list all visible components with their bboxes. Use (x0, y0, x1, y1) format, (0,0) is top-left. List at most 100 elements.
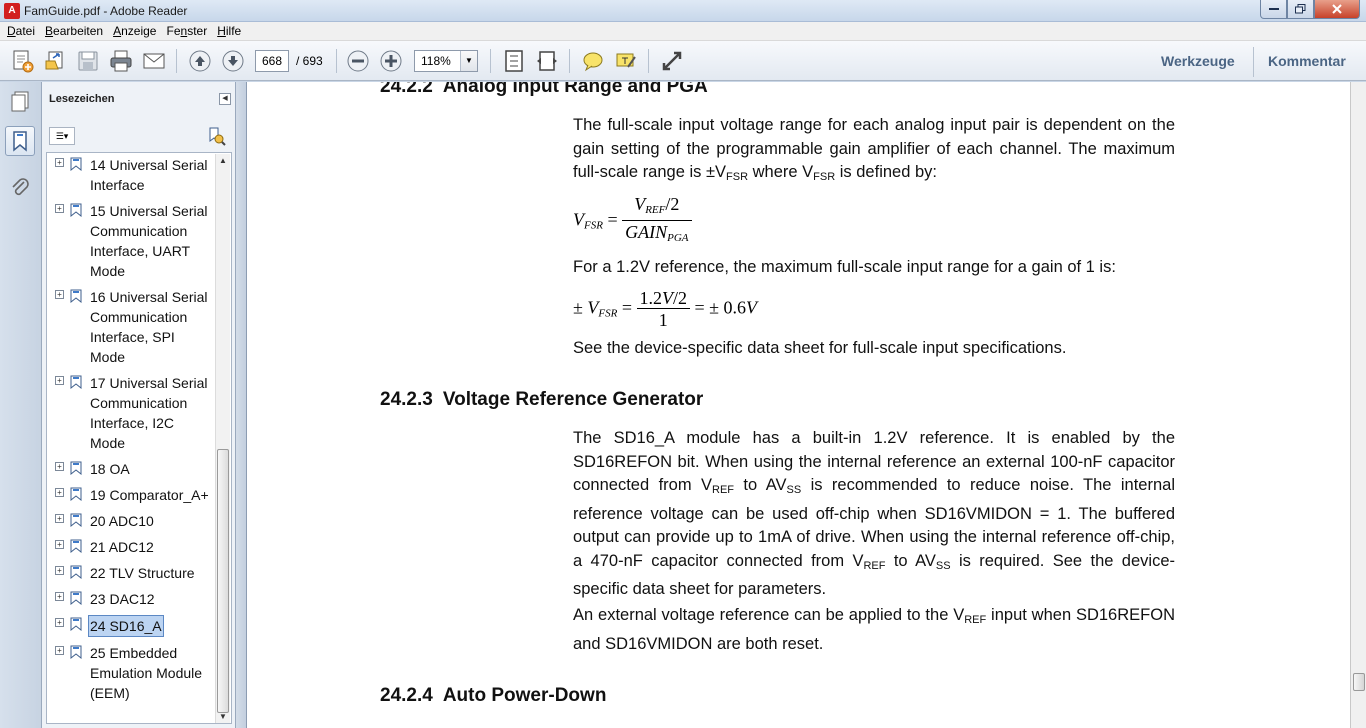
bookmark-icon (70, 487, 82, 501)
bookmark-label: 24 SD16_A (88, 615, 164, 637)
toolbar-separator (176, 49, 177, 73)
bookmark-item[interactable]: +23 DAC12 (47, 589, 231, 609)
expand-icon[interactable]: + (55, 204, 64, 213)
menu-hilfe[interactable]: Hilfe (212, 24, 246, 38)
bookmarks-button[interactable] (5, 126, 35, 156)
bookmark-icon (70, 645, 82, 659)
toolbar-separator (1253, 47, 1254, 77)
werkzeuge-button[interactable]: Werkzeuge (1161, 53, 1235, 69)
window-title: FamGuide.pdf - Adobe Reader (24, 4, 188, 18)
expand-icon[interactable]: + (55, 618, 64, 627)
arrow-up-icon (189, 50, 211, 72)
scrollbar-thumb[interactable] (1353, 673, 1365, 691)
chevron-down-icon[interactable]: ▼ (460, 51, 477, 71)
print-icon (110, 50, 132, 72)
expand-icon[interactable]: + (55, 158, 64, 167)
bookmark-item[interactable]: +24 SD16_A (47, 615, 231, 637)
panel-splitter[interactable] (236, 82, 246, 728)
previous-page-button[interactable] (186, 47, 214, 75)
pdf-page: 24.2.2 Analog Input Range and PGA The ful… (247, 82, 1350, 728)
bookmark-item[interactable]: +25 Embedded Emulation Module (EEM) (47, 643, 231, 703)
bookmark-icon (70, 591, 82, 605)
bookmark-item[interactable]: +21 ADC12 (47, 537, 231, 557)
bookmark-icon (70, 565, 82, 579)
print-button[interactable] (107, 47, 135, 75)
expand-icon[interactable]: + (55, 514, 64, 523)
bookmark-item[interactable]: +16 Universal Serial Communication Inter… (47, 287, 231, 367)
scrollbar-thumb[interactable] (217, 449, 229, 713)
equation-vfsr: VFSR = VREF/2 GAINPGA (573, 194, 692, 249)
create-pdf-button[interactable] (8, 47, 36, 75)
bookmark-item[interactable]: +18 OA (47, 459, 231, 479)
paragraph-external-reference: An external voltage reference can be app… (573, 606, 1175, 653)
menu-bearbeiten[interactable]: Bearbeiten (40, 24, 108, 38)
close-icon (1332, 4, 1342, 14)
window-controls (1260, 0, 1360, 19)
highlight-button[interactable] (612, 47, 640, 75)
email-icon (143, 53, 165, 69)
bookmarks-panel: Lesezeichen ◀ ☰▾ +14 Universal Serial In… (42, 82, 236, 728)
scroll-up-icon[interactable]: ▲ (216, 154, 230, 168)
maximize-button[interactable] (1287, 0, 1314, 19)
save-button[interactable] (74, 47, 102, 75)
menu-anzeige[interactable]: Anzeige (108, 24, 161, 38)
bookmark-label: 14 Universal Serial Interface (90, 157, 208, 193)
minimize-button[interactable] (1260, 0, 1287, 19)
page-number-input[interactable]: 668 (255, 50, 289, 72)
bookmark-item[interactable]: +17 Universal Serial Communication Inter… (47, 373, 231, 453)
page-thumbnails-button[interactable] (5, 86, 35, 116)
bookmark-label: 21 ADC12 (90, 539, 154, 555)
bookmark-item[interactable]: +15 Universal Serial Communication Inter… (47, 201, 231, 281)
expand-icon[interactable]: + (55, 462, 64, 471)
minimize-icon (1268, 8, 1279, 10)
expand-icon[interactable]: + (55, 488, 64, 497)
attachments-button[interactable] (5, 172, 35, 202)
fit-page-button[interactable] (500, 47, 528, 75)
fit-width-button[interactable] (533, 47, 561, 75)
kommentar-button[interactable]: Kommentar (1268, 53, 1346, 69)
section-heading-2423: 24.2.3 Voltage Reference Generator (380, 389, 704, 410)
bookmark-label: 17 Universal Serial Communication Interf… (90, 375, 208, 451)
expand-icon[interactable]: + (55, 592, 64, 601)
paragraph-see-datasheet: See the device-specific data sheet for f… (573, 339, 1067, 357)
zoom-out-button[interactable] (344, 47, 372, 75)
expand-icon[interactable]: + (55, 540, 64, 549)
fit-page-icon (505, 50, 523, 72)
menu-bar: Datei Bearbeiten Anzeige Fenster Hilfe (0, 22, 1366, 41)
close-button[interactable] (1314, 0, 1360, 19)
equation-example: ± VFSR = 1.2V/2 1 = ± 0.6V (573, 288, 758, 330)
find-bookmark-button[interactable] (206, 126, 226, 146)
bookmark-item[interactable]: +20 ADC10 (47, 511, 231, 531)
zoom-in-button[interactable] (377, 47, 405, 75)
bookmark-icon (70, 617, 82, 631)
full-screen-button[interactable] (658, 47, 686, 75)
bookmarks-scrollbar[interactable]: ▲ ▼ (215, 154, 230, 723)
comment-button[interactable] (579, 47, 607, 75)
expand-icon[interactable]: + (55, 566, 64, 575)
open-file-button[interactable] (41, 47, 69, 75)
document-view[interactable]: 24.2.2 Analog Input Range and PGA The ful… (246, 82, 1350, 728)
toolbar: 668 / 693 118% ▼ Werkzeuge Kommentar (0, 41, 1366, 81)
bookmark-item[interactable]: +14 Universal Serial Interface (47, 155, 231, 195)
bookmark-item[interactable]: +22 TLV Structure (47, 563, 231, 583)
restore-icon (1295, 4, 1306, 14)
expand-icon[interactable]: + (55, 376, 64, 385)
plus-icon (380, 50, 402, 72)
expand-icon[interactable]: + (55, 290, 64, 299)
menu-datei[interactable]: Datei (2, 24, 40, 38)
next-page-button[interactable] (219, 47, 247, 75)
menu-fenster[interactable]: Fenster (161, 24, 212, 38)
bookmark-item[interactable]: +19 Comparator_A+ (47, 485, 231, 505)
zoom-value: 118% (421, 54, 451, 68)
document-scrollbar[interactable] (1350, 82, 1366, 728)
bookmark-label: 23 DAC12 (90, 591, 155, 607)
collapse-panel-button[interactable]: ◀ (219, 93, 231, 105)
scroll-down-icon[interactable]: ▼ (216, 710, 230, 723)
toolbar-separator (490, 49, 491, 73)
open-file-icon (45, 51, 63, 70)
options-menu-button[interactable]: ☰▾ (49, 127, 75, 145)
save-icon (78, 51, 98, 71)
email-button[interactable] (140, 47, 168, 75)
expand-icon[interactable]: + (55, 646, 64, 655)
zoom-select[interactable]: 118% ▼ (414, 50, 478, 72)
